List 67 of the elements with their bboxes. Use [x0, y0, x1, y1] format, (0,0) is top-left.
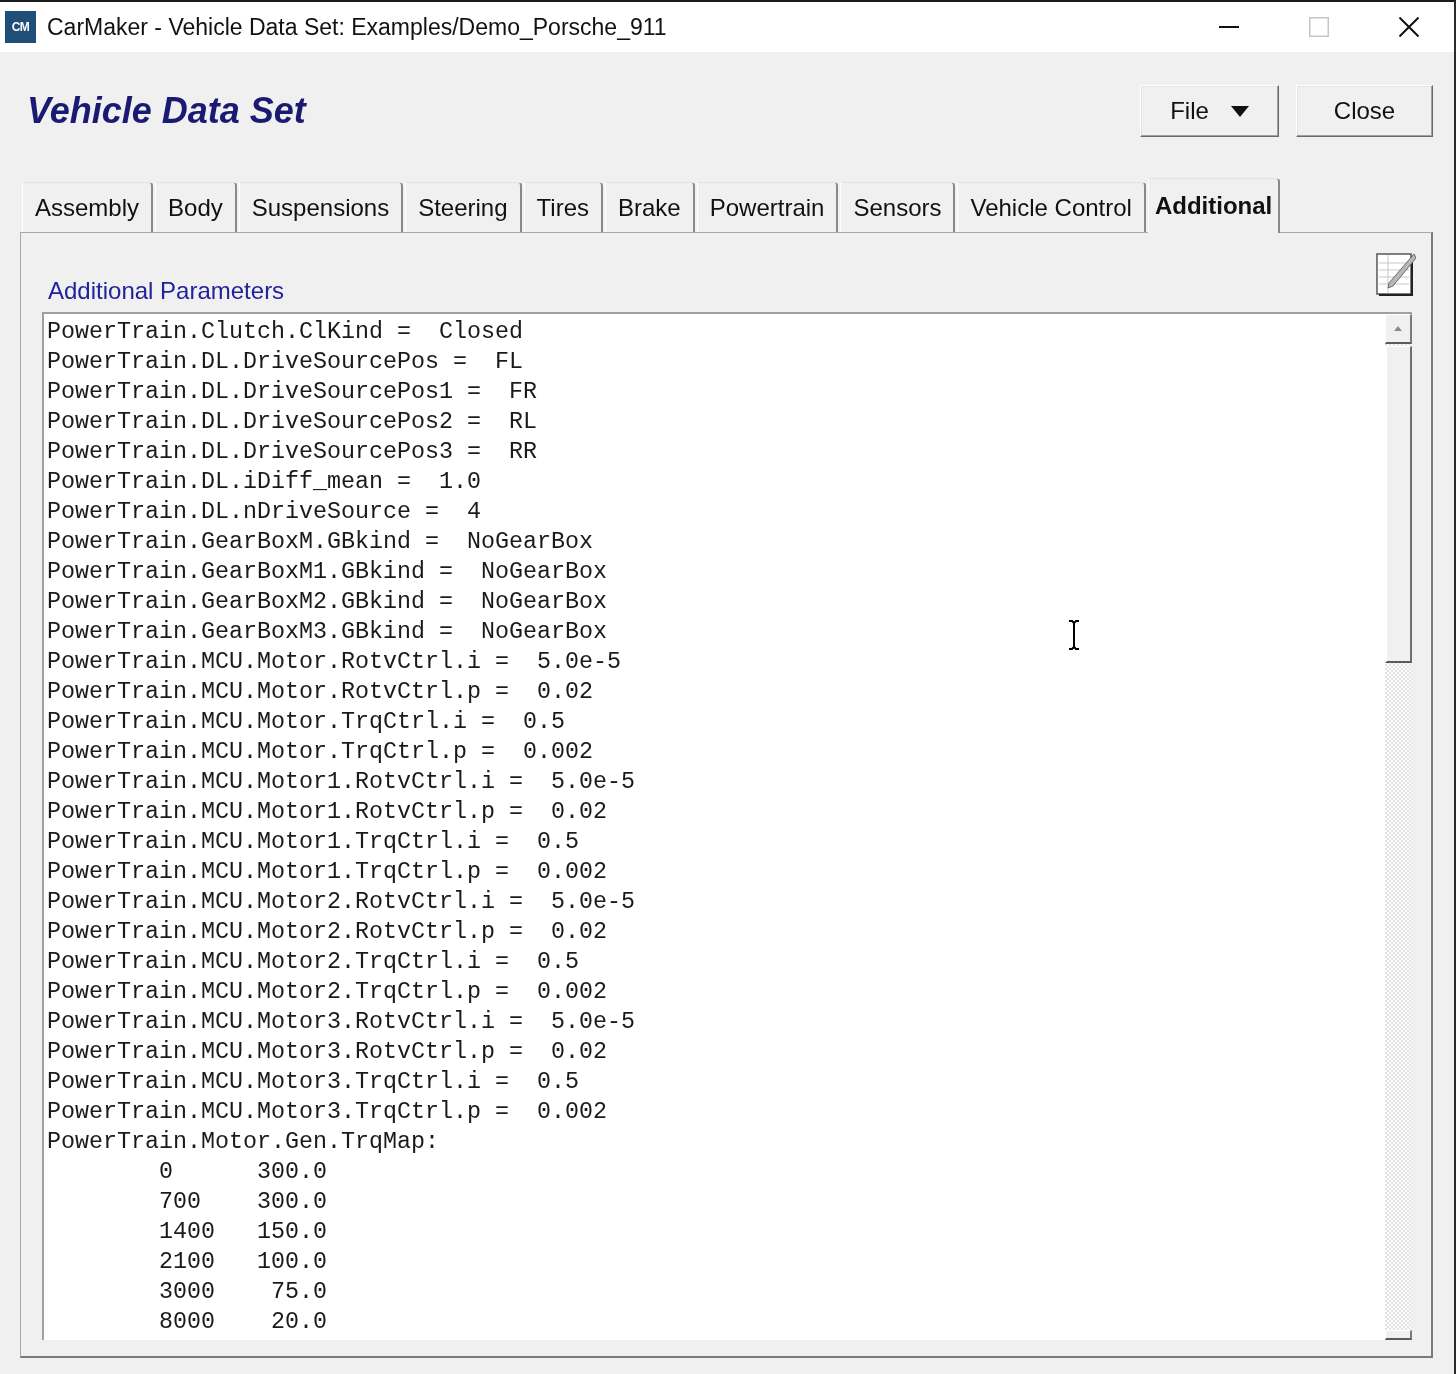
- parameter-line: PowerTrain.MCU.Motor2.TrqCtrl.i = 0.5: [47, 948, 579, 977]
- scroll-down-button[interactable]: [1385, 1330, 1412, 1340]
- parameter-line: PowerTrain.MCU.Motor1.RotvCtrl.i = 5.0e-5: [47, 768, 635, 797]
- menu-button[interactable]: File: [1140, 85, 1279, 137]
- parameter-line: PowerTrain.MCU.Motor3.TrqCtrl.i = 0.5: [47, 1068, 579, 1097]
- parameter-line: PowerTrain.DL.nDriveSource = 4: [47, 498, 481, 527]
- parameter-line: PowerTrain.DL.DriveSourcePos1 = FR: [47, 378, 537, 407]
- parameter-line: PowerTrain.DL.DriveSourcePos3 = RR: [47, 438, 537, 467]
- parameter-line: PowerTrain.MCU.Motor3.TrqCtrl.p = 0.002: [47, 1098, 607, 1127]
- maximize-icon: [1309, 17, 1329, 37]
- edit-icon[interactable]: [1376, 252, 1416, 296]
- parameter-line: PowerTrain.MCU.Motor.RotvCtrl.p = 0.02: [47, 678, 593, 707]
- parameter-line: PowerTrain.MCU.Motor2.RotvCtrl.p = 0.02: [47, 918, 607, 947]
- parameter-line: PowerTrain.MCU.Motor.TrqCtrl.i = 0.5: [47, 708, 565, 737]
- parameter-line: PowerTrain.Clutch.ClKind = Closed: [47, 318, 523, 347]
- close-icon: [1399, 17, 1419, 37]
- map-cell-text: 2100: [159, 1248, 216, 1277]
- tab[interactable]: Tires: [523, 182, 603, 232]
- parameter-line: PowerTrain.GearBoxM2.GBkind = NoGearBox: [47, 588, 607, 617]
- caret-down-icon: [1230, 105, 1249, 117]
- tab[interactable]: Additional: [1147, 178, 1281, 233]
- parameter-line: PowerTrain.MCU.Motor.TrqCtrl.p = 0.002: [47, 738, 593, 767]
- parameter-line: PowerTrain.Motor.Gen.TrqMap:: [47, 1128, 439, 1157]
- section-label: Additional Parameters: [48, 277, 285, 305]
- scroll-up-button[interactable]: [1385, 314, 1412, 344]
- tab[interactable]: Sensors: [840, 182, 956, 232]
- app-logo: CM: [5, 11, 36, 43]
- map-cell-text: 8000: [159, 1308, 216, 1337]
- map-cell-text: 700: [159, 1188, 202, 1217]
- parameter-line: PowerTrain.MCU.Motor2.RotvCtrl.i = 5.0e-5: [47, 888, 635, 917]
- parameter-line: PowerTrain.MCU.Motor1.RotvCtrl.p = 0.02: [47, 798, 607, 827]
- parameter-line: PowerTrain.MCU.Motor.RotvCtrl.i = 5.0e-5: [47, 648, 621, 677]
- parameter-line: PowerTrain.MCU.Motor1.TrqCtrl.i = 0.5: [47, 828, 579, 857]
- map-cell-text: 100.0: [256, 1248, 327, 1277]
- parameter-line: PowerTrain.MCU.Motor1.TrqCtrl.p = 0.002: [47, 858, 607, 887]
- map-cell-text: 20.0: [269, 1308, 327, 1337]
- scrollbar-track[interactable]: [1385, 314, 1412, 1340]
- map-cell-text: 0: [159, 1158, 174, 1187]
- parameter-line: PowerTrain.DL.iDiff_mean = 1.0: [47, 468, 481, 497]
- map-cell-text: 300.0: [256, 1188, 327, 1217]
- scrollbar-thumb[interactable]: [1385, 346, 1412, 663]
- tab[interactable]: Brake: [605, 182, 695, 232]
- tab[interactable]: Steering: [405, 182, 522, 232]
- tab[interactable]: Suspensions: [238, 182, 404, 232]
- parameter-line: PowerTrain.GearBoxM.GBkind = NoGearBox: [47, 528, 593, 557]
- page-heading: Vehicle Data Set: [27, 90, 306, 132]
- window-title: CarMaker - Vehicle Data Set: Examples/Demo_Porsche_911: [47, 13, 667, 41]
- parameter-line: PowerTrain.DL.DriveSourcePos = FL: [47, 348, 523, 377]
- map-cell-text: 150.0: [256, 1218, 327, 1247]
- tab[interactable]: Assembly: [22, 182, 154, 232]
- map-cell-text: 3000: [159, 1278, 216, 1307]
- map-cell-text: 300.0: [256, 1158, 327, 1187]
- text-cursor-icon: [1067, 620, 1081, 650]
- minimize-icon: [1219, 26, 1239, 28]
- close-button[interactable]: Close: [1296, 85, 1433, 137]
- parameter-line: PowerTrain.MCU.Motor3.RotvCtrl.p = 0.02: [47, 1038, 607, 1067]
- map-cell-text: 1400: [159, 1218, 216, 1247]
- tab[interactable]: Powertrain: [696, 182, 839, 232]
- parameter-line: PowerTrain.GearBoxM1.GBkind = NoGearBox: [47, 558, 607, 587]
- caret-up-icon: [1394, 326, 1402, 331]
- parameter-line: PowerTrain.MCU.Motor3.RotvCtrl.i = 5.0e-5: [47, 1008, 635, 1037]
- map-cell-text: 75.0: [269, 1278, 327, 1307]
- tab[interactable]: Vehicle Control: [957, 182, 1146, 232]
- tab[interactable]: Body: [155, 182, 237, 232]
- parameter-line: PowerTrain.GearBoxM3.GBkind = NoGearBox: [47, 618, 607, 647]
- parameter-line: PowerTrain.MCU.Motor2.TrqCtrl.p = 0.002: [47, 978, 607, 1007]
- parameter-line: PowerTrain.DL.DriveSourcePos2 = RL: [47, 408, 537, 437]
